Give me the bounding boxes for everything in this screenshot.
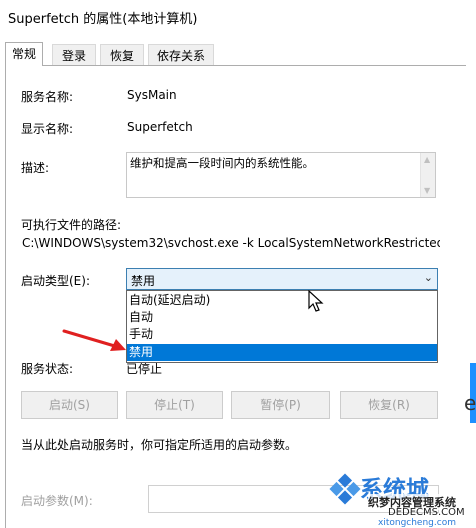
service-name-label: 服务名称: <box>21 90 74 104</box>
watermark: 系统城 织梦内容管理系统 DEDECMS.COM xitongcheng.com <box>328 470 476 528</box>
option-manual[interactable]: 手动 <box>127 326 437 343</box>
option-auto-delayed[interactable]: 自动(延迟启动) <box>127 292 437 309</box>
description-box[interactable]: 维护和提高一段时间内的系统性能。 ▲ ▼ <box>126 152 436 198</box>
watermark-domain: DEDECMS.COM <box>388 507 465 518</box>
tab-general[interactable]: 常规 <box>5 42 43 66</box>
startup-params-label: 启动参数(M): <box>21 494 93 508</box>
mouse-cursor-icon <box>308 290 324 312</box>
startup-type-dropdown: 自动(延迟启动) 自动 手动 禁用 <box>126 290 438 363</box>
startup-params-hint: 当从此处启动服务时，你可指定所适用的启动参数。 <box>21 438 298 452</box>
scroll-up-icon[interactable]: ▲ <box>424 155 430 164</box>
start-button[interactable]: 启动(S) <box>21 391 118 419</box>
scroll-down-icon[interactable]: ▼ <box>424 186 430 195</box>
title-bar: Superfetch 的属性(本地计算机) <box>0 0 476 33</box>
service-status-label: 服务状态: <box>21 362 74 376</box>
display-name-label: 显示名称: <box>21 122 74 136</box>
description-scrollbar[interactable]: ▲ ▼ <box>420 153 435 197</box>
startup-type-selected: 禁用 <box>131 274 156 288</box>
exe-path-value: C:\WINDOWS\system32\svchost.exe -k Local… <box>22 236 440 250</box>
option-auto[interactable]: 自动 <box>127 309 437 326</box>
exe-path-label: 可执行文件的路径: <box>21 218 122 232</box>
tab-logon[interactable]: 登录 <box>52 44 96 65</box>
startup-type-select[interactable]: 禁用 ⌄ <box>126 268 438 290</box>
service-name-value: SysMain <box>127 88 177 102</box>
resume-button[interactable]: 恢复(R) <box>340 391 438 419</box>
watermark-url: xitongcheng.com <box>378 518 456 528</box>
chevron-down-icon[interactable]: ⌄ <box>424 271 433 284</box>
background-glyph: e <box>464 391 476 415</box>
option-disabled[interactable]: 禁用 <box>127 344 437 361</box>
stop-button[interactable]: 停止(T) <box>126 391 223 419</box>
display-name-value: Superfetch <box>127 120 193 134</box>
description-label: 描述: <box>21 161 50 175</box>
background-window-edge <box>466 33 476 528</box>
windows-logo-icon <box>329 473 361 505</box>
description-text: 维护和提高一段时间内的系统性能。 <box>130 156 314 170</box>
pause-button[interactable]: 暂停(P) <box>231 391 330 419</box>
red-arrow-icon <box>62 329 126 351</box>
tab-recovery[interactable]: 恢复 <box>100 44 144 65</box>
window-title: Superfetch 的属性(本地计算机) <box>8 12 198 27</box>
tab-dependencies[interactable]: 依存关系 <box>148 44 214 65</box>
startup-type-label: 启动类型(E): <box>21 274 90 288</box>
